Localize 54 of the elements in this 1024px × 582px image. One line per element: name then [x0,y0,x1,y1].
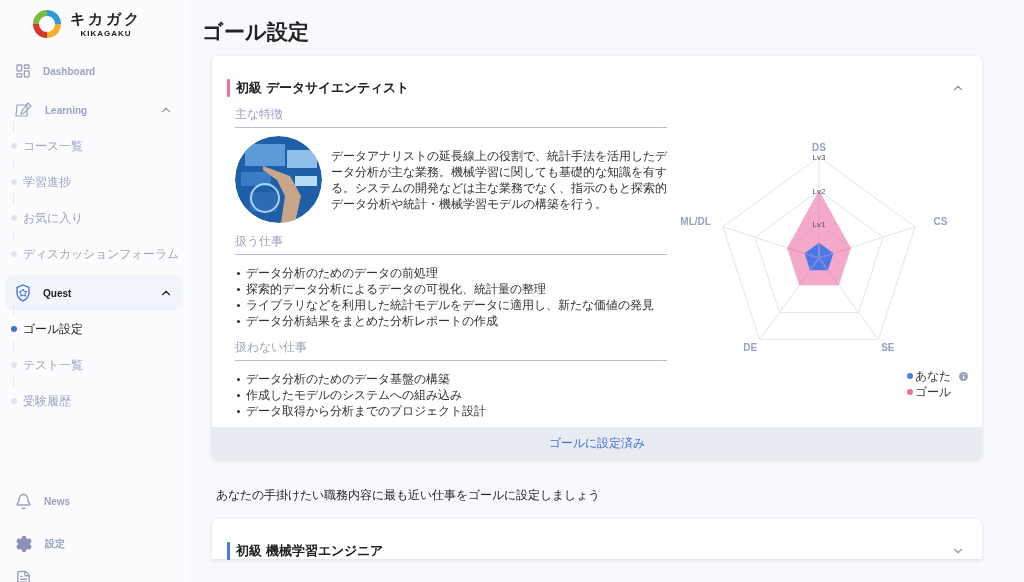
list-item: 作成したモデルのシステムへの組み込み [246,386,462,404]
settings-icon [15,535,33,553]
section-heading: 主な特徴 [235,104,667,128]
bullet-icon [237,393,240,397]
axis-label: ML/DL [680,215,711,227]
list-item: データ取得から分析までのプロジェクト設計 [246,402,486,420]
level-label: Lv1 [812,220,826,230]
list-item: データ分析のためのデータの前処理 [246,264,438,282]
section-heading: 扱わない仕事 [235,337,667,361]
nav-subitem[interactable]: ディスカッションフォーラム [23,245,179,263]
legend-label: あなた [915,367,951,385]
page-title: ゴール設定 [202,19,310,45]
nav-item[interactable]: Learning [5,92,183,128]
edit-icon [15,102,33,118]
nav-item[interactable]: 設定 [5,524,183,564]
level-label: Lv3 [812,153,826,162]
bell-icon [15,492,32,510]
logo-name: キカガク [70,10,142,29]
axis-label: CS [933,215,948,227]
logo-subtitle: KIKAGAKU [80,29,132,38]
nav-item[interactable]: Quest [5,275,183,311]
section-heading: 扱う仕事 [235,231,667,255]
bullet-icon [237,319,240,323]
list-item: データ分析結果をまとめた分析レポートの作成 [246,312,498,330]
nav-subitem[interactable]: ゴール設定 [23,320,83,338]
axis-label: DE [743,341,758,353]
list-item: ライブラリなどを利用した統計モデルをデータに適用し、新たな価値の発見 [246,296,654,314]
nav-item[interactable]: Dashboard [5,53,183,89]
bullet-icon [237,409,240,413]
document-icon[interactable] [15,570,32,582]
nav-subitem[interactable]: お気に入り [23,209,83,227]
axis-label: DS [812,141,826,153]
info-icon[interactable] [959,371,968,381]
goal-set-link[interactable]: ゴールに設定済み [549,434,645,452]
nav-subitem[interactable]: テスト一覧 [23,356,83,374]
legend-label: ゴール [915,383,951,401]
description: データアナリストの延長線上の役割で、統計手法を活用したデータ分析が主な業務。機械学習に関しても基礎的な知識を有する。システムの開発などは主な業務でなく、指示のもと探索的データ分析や統計・機械学習モデルの構築を行う。 [331,147,667,212]
axis-label: SE [881,341,895,353]
logo-icon [30,7,64,41]
list-item: データ分析のためのデータ基盤の構築 [246,370,450,388]
bullet-icon [237,287,240,291]
nav-subitem[interactable]: 受験履歴 [23,392,71,410]
prompt-text: あなたの手掛けたい職務内容に最も近い仕事をゴールに設定しましょう [216,487,601,503]
shield-star-icon [15,284,31,302]
list-item: 探索的データ分析によるデータの可視化、統計量の整理 [246,280,546,298]
card-title: 初級 機械学習エンジニア [236,542,384,560]
nav-item[interactable]: News [5,481,183,521]
bullet-icon [237,377,240,381]
nav-subitem[interactable]: コース一覧 [23,137,83,155]
card-title: 初級 データサイエンティスト [236,79,410,97]
level-label: Lv2 [812,186,826,196]
bullet-icon [237,271,240,275]
bullet-icon [237,303,240,307]
nav-subitem[interactable]: 学習進捗 [23,173,71,191]
